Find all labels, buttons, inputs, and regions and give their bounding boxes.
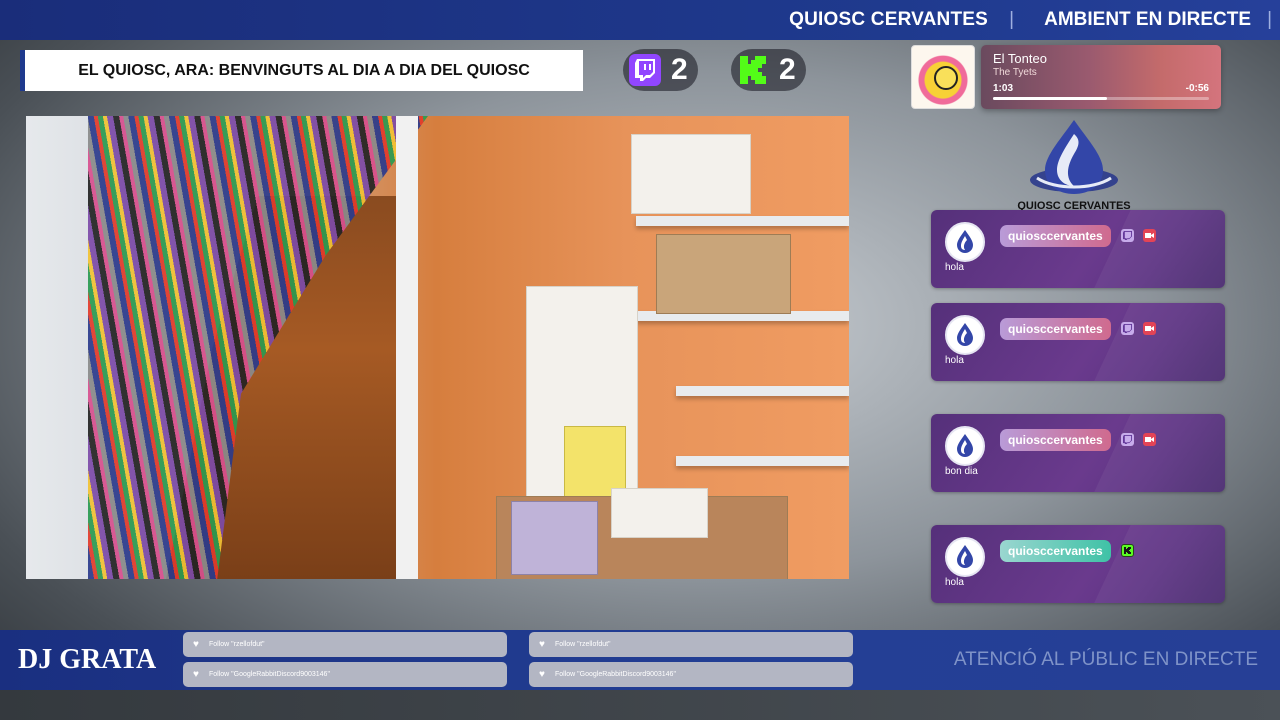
public-attention-text: ATENCIÓ AL PÚBLIC EN DIRECTE [953,649,1258,670]
kick-viewer-counter: 2 [731,49,806,91]
follow-notification: ♥ Follow "rzellofdut" [529,632,853,657]
brand-name: QUIOSC CERVANTES [789,9,988,30]
camera-badge-icon [1143,229,1156,242]
chat-message-text: hola [945,262,964,273]
chat-message-card: quiosccervantes hola [931,210,1225,288]
heart-icon: ♥ [539,669,545,680]
chat-username: quiosccervantes [1000,540,1111,562]
progress-bar [993,97,1209,100]
chat-message-card: quiosccervantes hola [931,525,1225,603]
kick-icon [737,54,769,86]
chat-message-text: hola [945,577,964,588]
dj-name: DJ GRATA [18,644,157,675]
separator: | [1009,9,1014,30]
avatar [945,222,985,262]
separator: | [1267,9,1272,30]
twitch-badge-icon [1121,433,1134,446]
follow-text: Follow "GoogleRabbitDiscord9003146" [209,671,330,678]
kick-badge-icon [1121,544,1134,557]
video-shelf [676,386,849,396]
avatar [945,315,985,355]
logo-drop-icon [1030,120,1118,194]
chat-message-card: quiosccervantes bon dia [931,414,1225,492]
elapsed-time: 1:03 [993,83,1014,94]
heart-icon: ♥ [539,639,545,650]
twitch-badge-icon [1121,229,1134,242]
camera-badge-icon [1143,322,1156,335]
follow-text: Follow "rzellofdut" [555,641,611,648]
kick-viewer-count: 2 [779,53,796,86]
heart-icon: ♥ [193,639,199,650]
chat-username: quiosccervantes [1000,225,1111,247]
chat-message-text: bon dia [945,466,978,477]
channel-logo: QUIOSC CERVANTES [1015,118,1133,212]
twitch-viewer-counter: 2 [623,49,698,91]
album-art-face [934,66,958,90]
heart-icon: ♥ [193,669,199,680]
video-doorframe [396,116,418,579]
video-box [611,488,708,538]
song-title: El Tonteo [993,51,1047,66]
follow-notification: ♥ Follow "GoogleRabbitDiscord9003146" [529,662,853,687]
chat-username: quiosccervantes [1000,429,1111,451]
footer-strip [0,690,1280,720]
webcam-video-feed [26,116,849,579]
twitch-badge-icon [1121,322,1134,335]
avatar [945,426,985,466]
video-box [656,234,791,314]
video-shelf [636,216,849,226]
album-art [911,45,975,109]
chat-message-text: hola [945,355,964,366]
top-bar: QUIOSC CERVANTES | AMBIENT EN DIRECTE | [0,0,1280,40]
video-box [511,501,598,575]
now-playing-card: El Tonteo The Tyets 1:03 -0:56 [981,45,1221,109]
progress-fill [993,97,1108,100]
chat-message-card: quiosccervantes hola [931,303,1225,381]
video-box [631,134,751,214]
tagline: AMBIENT EN DIRECTE [1044,9,1251,30]
remaining-time: -0:56 [1185,83,1209,94]
title-banner: EL QUIOSC, ARA: BENVINGUTS AL DIA A DIA … [20,50,583,91]
camera-badge-icon [1143,433,1156,446]
video-shelf [676,456,849,466]
bottom-bar: DJ GRATA ♥ Follow "rzellofdut" ♥ Follow … [0,630,1280,690]
twitch-viewer-count: 2 [671,53,688,86]
avatar [945,537,985,577]
twitch-icon [629,54,661,86]
song-artist: The Tyets [993,67,1037,78]
follow-notification: ♥ Follow "rzellofdut" [183,632,507,657]
follow-text: Follow "rzellofdut" [209,641,265,648]
follow-notification: ♥ Follow "GoogleRabbitDiscord9003146" [183,662,507,687]
chat-username: quiosccervantes [1000,318,1111,340]
follow-text: Follow "GoogleRabbitDiscord9003146" [555,671,676,678]
